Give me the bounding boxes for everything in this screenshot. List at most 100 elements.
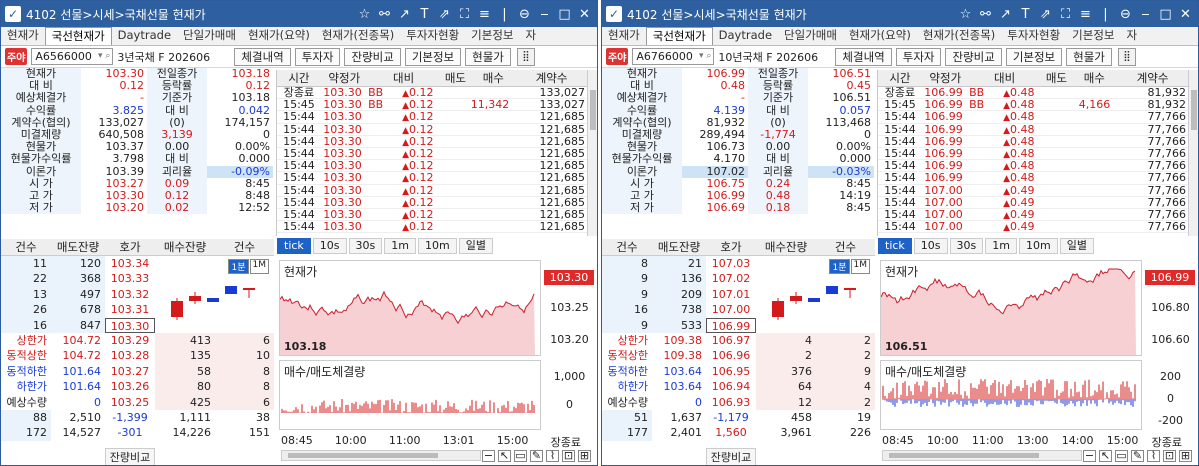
chart-tab[interactable]: 일별 [458,238,493,254]
tab-7[interactable]: 기본정보 [1066,27,1120,45]
session-badge[interactable]: 주야 [5,48,28,65]
pen-icon[interactable]: ✎ [530,450,543,462]
settings-icon[interactable]: ⊖ [1119,7,1132,22]
zoom-out-icon[interactable]: − [482,450,495,462]
chat-icon[interactable]: ▭ [1115,450,1128,462]
chart-tab[interactable]: 10m [417,238,457,254]
fullscreen-icon[interactable]: ⛶ [458,7,471,22]
horizontal-scrollbar[interactable] [882,450,1082,461]
button-3[interactable]: 기본정보 [1005,47,1063,66]
star-icon[interactable]: ☆ [959,7,972,22]
button-1[interactable]: 투자자 [294,47,341,66]
menu-icon[interactable]: ≡ [1079,7,1092,22]
tab-4[interactable]: 현재가(요약) [843,27,917,45]
bid-row[interactable]: 하한가 103.64 106.94 64 4 [602,379,875,395]
tab-1[interactable]: 국선현재가 [44,27,112,45]
bid-row[interactable]: 동적하한 101.64 103.27 58 8 [1,363,274,380]
balance-compare-button[interactable]: 잔량비교 [706,448,756,465]
star-icon[interactable]: ☆ [358,7,371,22]
tool-icon[interactable]: ↗ [999,7,1012,22]
chart-tab[interactable]: 10s [913,238,948,254]
pen-icon[interactable]: ✎ [1131,450,1144,462]
settings-icon[interactable]: ⊖ [518,7,531,22]
bid-row[interactable]: 동적하한 103.64 106.95 376 9 [602,363,875,380]
chat-icon[interactable]: ▭ [514,450,527,462]
bid-row[interactable]: 동적상한 109.38 106.96 2 2 [602,348,875,364]
chart-icon[interactable]: ⌇ [546,450,559,462]
fit-icon[interactable]: ⊡ [562,450,575,462]
maximize-icon[interactable]: □ [558,7,571,22]
chart-icon[interactable]: ⌇ [1147,450,1160,462]
menu-icon[interactable]: ≡ [478,7,491,22]
tab-0[interactable]: 현재가 [1,27,45,45]
button-2[interactable]: 잔량비교 [344,47,401,66]
tab-7[interactable]: 기본정보 [465,27,519,45]
session-badge[interactable]: 주야 [606,48,629,65]
expand-icon[interactable]: ⊞ [1179,450,1192,462]
button-4[interactable]: 현물가 [465,47,511,66]
button-2[interactable]: 잔량비교 [945,47,1002,66]
fullscreen-icon[interactable]: ⛶ [1059,7,1072,22]
button-4[interactable]: 현물가 [1066,47,1112,66]
close-icon[interactable]: ✕ [578,7,591,22]
button-0[interactable]: 체결내역 [234,47,291,66]
share-icon[interactable]: ⇗ [1039,7,1052,22]
chart-tab[interactable]: 10m [1018,238,1058,254]
minimize-icon[interactable]: ‒ [1139,7,1152,22]
grid-icon[interactable]: ⣿ [516,47,535,66]
maximize-icon[interactable]: □ [1159,7,1172,22]
expand-icon[interactable]: ⊞ [578,450,591,462]
tab-6[interactable]: 투자자현황 [1001,27,1066,45]
tab-8[interactable]: 자 [520,27,543,45]
link-icon[interactable]: ⚯ [378,7,391,22]
text-icon[interactable]: T [1019,7,1032,22]
pointer-icon[interactable]: ↖ [498,450,511,462]
button-3[interactable]: 기본정보 [404,47,462,66]
chart-tab[interactable]: 30s [949,238,984,254]
minimize-icon[interactable]: ‒ [538,7,551,22]
horizontal-scrollbar[interactable] [281,450,481,461]
chart-tab[interactable]: 1m [384,238,416,254]
check-icon[interactable]: ✓ [5,6,21,22]
tab-8[interactable]: 자 [1121,27,1144,45]
button-0[interactable]: 체결내역 [835,47,892,66]
pipe-icon[interactable]: | [1099,7,1112,22]
fit-icon[interactable]: ⊡ [1163,450,1176,462]
bid-row[interactable]: 하한가 101.64 103.26 80 8 [1,379,274,395]
bid-row[interactable]: 동적상한 104.72 103.28 135 10 [1,348,274,364]
share-icon[interactable]: ⇗ [438,7,451,22]
close-icon[interactable]: ✕ [1179,7,1192,22]
vertical-scrollbar[interactable] [587,70,597,236]
check-icon[interactable]: ✓ [606,6,622,22]
chart-tab[interactable]: 1m [985,238,1017,254]
balance-compare-button[interactable]: 잔량비교 [105,448,155,465]
tab-2[interactable]: Daytrade [713,27,778,45]
link-icon[interactable]: ⚯ [979,7,992,22]
tab-4[interactable]: 현재가(요약) [242,27,316,45]
chart-tab[interactable]: tick [277,238,311,254]
pipe-icon[interactable]: | [498,7,511,22]
tab-3[interactable]: 단일가매매 [177,27,242,45]
chart-tab[interactable]: tick [878,238,912,254]
tab-2[interactable]: Daytrade [112,27,177,45]
bid-row[interactable]: 예상수량 0 103.25 425 6 [1,394,274,410]
chart-tab[interactable]: 10s [312,238,347,254]
tab-5[interactable]: 현재가(전종목) [917,27,1001,45]
code-input[interactable]: A6566000 ▾ ⌕ [31,48,114,65]
grid-icon[interactable]: ⣿ [1117,47,1136,66]
tab-0[interactable]: 현재가 [602,27,646,45]
tab-6[interactable]: 투자자현황 [400,27,465,45]
chart-tab[interactable]: 30s [348,238,383,254]
dropdown-icon[interactable]: ▾ ⌕ [699,49,711,64]
tab-5[interactable]: 현재가(전종목) [316,27,400,45]
bid-row[interactable]: 상한가 109.38 106.97 4 2 [602,332,875,349]
code-input[interactable]: A6766000 ▾ ⌕ [632,48,715,65]
vertical-scrollbar[interactable] [1188,70,1198,236]
dropdown-icon[interactable]: ▾ ⌕ [98,49,110,64]
zoom-out-icon[interactable]: − [1083,450,1096,462]
chart-tab[interactable]: 일별 [1059,238,1094,254]
pointer-icon[interactable]: ↖ [1099,450,1112,462]
bid-row[interactable]: 예상수량 0 106.93 12 2 [602,394,875,410]
tool-icon[interactable]: ↗ [398,7,411,22]
text-icon[interactable]: T [418,7,431,22]
